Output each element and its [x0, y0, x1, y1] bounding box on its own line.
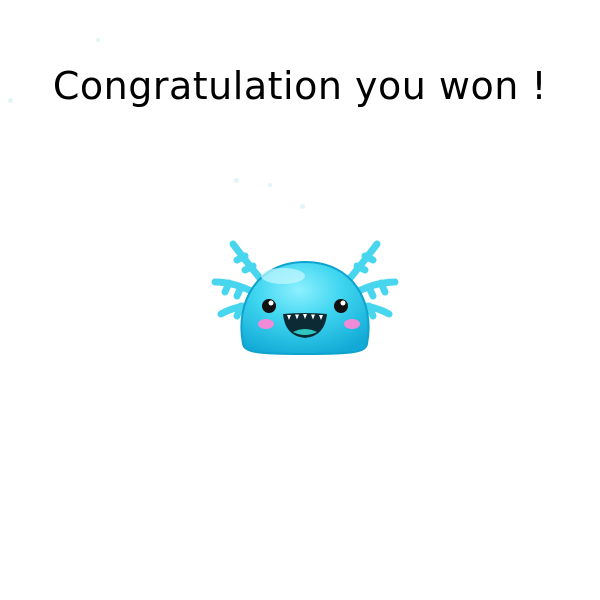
sparkle-decoration: [234, 178, 239, 183]
axolotl-mascot-icon: [211, 240, 399, 356]
sparkle-decoration: [300, 204, 305, 209]
win-screen: Congratulation you won !: [0, 0, 600, 600]
win-message-title: Congratulation you won !: [52, 64, 548, 108]
mascot-cheek-left: [258, 319, 274, 329]
sparkle-decoration: [268, 183, 272, 187]
sparkle-decoration: [96, 38, 100, 42]
mascot-cheek-right: [344, 319, 360, 329]
